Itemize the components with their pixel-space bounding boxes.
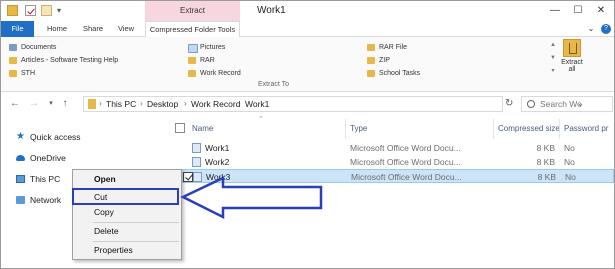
explorer-window: ▾ Extract Work1 — ☐ ✕ File Home Share Vi… [0,0,615,269]
annotation-arrow-icon [180,176,323,220]
